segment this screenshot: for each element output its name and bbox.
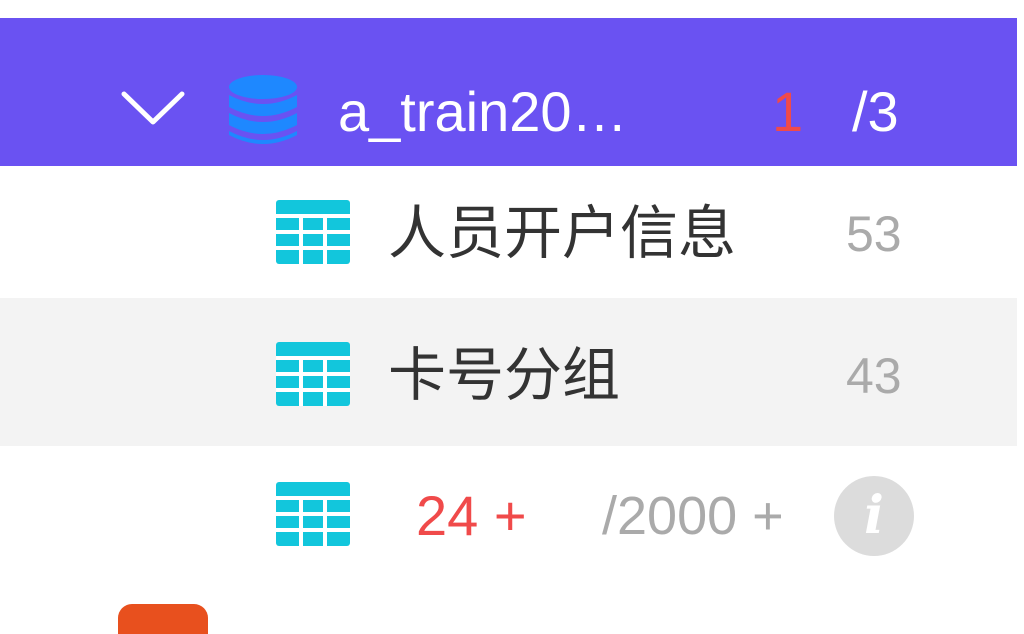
more-tables-row[interactable]: 24 + /2000 + i <box>0 446 1017 586</box>
chevron-down-icon[interactable] <box>120 88 186 128</box>
database-name: a_train20… <box>338 80 628 143</box>
table-icon <box>276 200 350 264</box>
table-name: 卡号分组 <box>388 343 621 408</box>
next-item-icon <box>118 604 208 634</box>
table-row[interactable]: 人员开户信息 53 <box>0 166 1017 298</box>
selected-table-count: 1 <box>772 80 804 143</box>
more-tables-count: 24 + <box>416 484 527 547</box>
row-count: 43 <box>846 348 902 404</box>
row-count: 53 <box>846 206 902 262</box>
info-icon[interactable]: i <box>834 476 914 556</box>
database-icon <box>229 75 297 144</box>
table-icon <box>276 482 350 546</box>
table-row[interactable]: 卡号分组 43 <box>0 298 1017 446</box>
more-tables-total: /2000 + <box>602 486 784 546</box>
total-table-count: /3 <box>852 80 899 143</box>
table-icon <box>276 342 350 406</box>
database-row[interactable]: a_train20… 1 /3 <box>0 18 1017 166</box>
table-name: 人员开户信息 <box>388 201 737 266</box>
